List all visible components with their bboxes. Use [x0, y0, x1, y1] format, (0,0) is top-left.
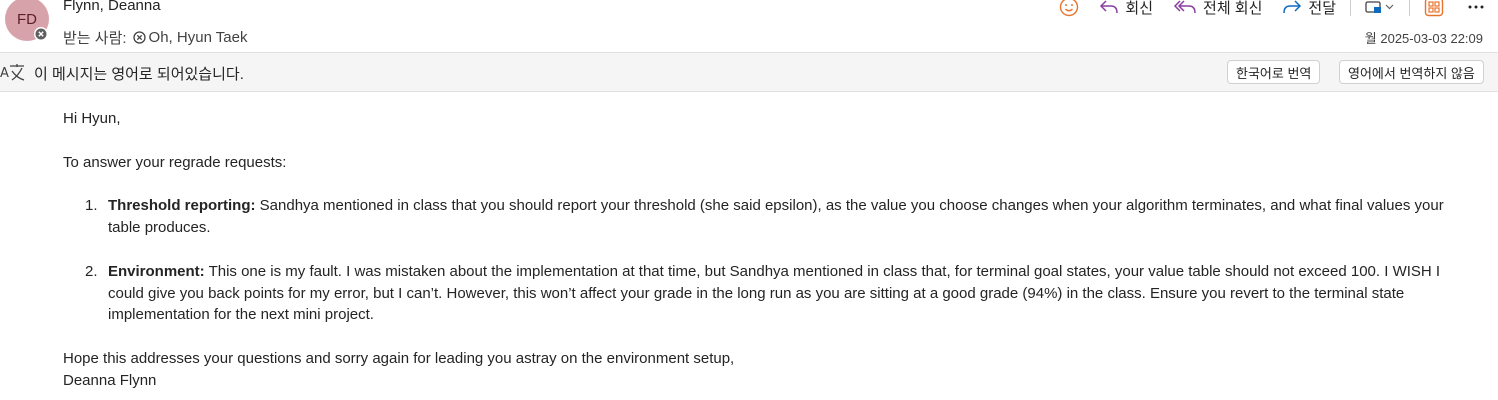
reply-button[interactable]: 회신: [1099, 0, 1153, 18]
list-item-title: Threshold reporting:: [108, 197, 256, 214]
list-number: 2.: [85, 263, 98, 280]
reply-label: 회신: [1125, 0, 1154, 17]
list-text: Threshold reporting: Sandhya mentioned i…: [108, 195, 1473, 238]
toolbar-divider: [1409, 0, 1410, 16]
recipient-name[interactable]: Oh, Hyun Taek: [149, 29, 248, 46]
reply-icon: [1099, 0, 1119, 15]
list-text: Environment: This one is my fault. I was…: [108, 261, 1473, 326]
list-item-body: This one is my fault. I was mistaken abo…: [108, 263, 1441, 323]
list-number: 1.: [85, 197, 98, 214]
timestamp: 월 2025-03-03 22:09: [1364, 31, 1483, 46]
toolbar-divider: [1350, 0, 1351, 16]
forward-button[interactable]: 전달: [1282, 0, 1336, 18]
translate-button[interactable]: 한국어로 번역: [1227, 60, 1321, 84]
avatar-initials: FD: [17, 10, 37, 28]
forward-icon: [1282, 0, 1302, 15]
translate-icon: A: [0, 62, 26, 88]
list-item-body: Sandhya mentioned in class that you shou…: [108, 197, 1444, 236]
sender-name[interactable]: Flynn, Deanna: [63, 0, 161, 14]
translation-notice: 이 메시지는 영어로 되어있습니다.: [34, 66, 244, 83]
forward-label: 전달: [1308, 0, 1336, 17]
recipient-remove-icon[interactable]: [132, 31, 146, 44]
reply-all-button[interactable]: 전체 회신: [1173, 0, 1262, 18]
recipient-row: 받는 사람: Oh, Hyun Taek: [63, 27, 248, 48]
list-item-title: Environment:: [108, 263, 205, 280]
svg-text:A: A: [0, 66, 9, 81]
reply-all-label: 전체 회신: [1203, 0, 1263, 17]
never-translate-button[interactable]: 영어에서 번역하지 않음: [1339, 60, 1484, 84]
apps-icon[interactable]: [1424, 0, 1444, 17]
emoji-icon[interactable]: [1059, 0, 1079, 17]
more-icon[interactable]: [1468, 4, 1484, 10]
closing-text: Hope this addresses your questions and s…: [63, 350, 735, 367]
intro-text: To answer your regrade requests:: [63, 154, 287, 171]
message-header: FD Flynn, Deanna 받는 사람: Oh, Hyun Taek 월 …: [0, 0, 1498, 52]
recipient-label: 받는 사람:: [63, 30, 127, 47]
message-toolbar: 회신 전체 회신 전달: [1045, 0, 1484, 20]
translation-bar: A 이 메시지는 영어로 되어있습니다. 한국어로 번역 영어에서 번역하지 않…: [0, 52, 1498, 92]
reply-all-icon: [1173, 0, 1197, 15]
insert-dropdown-icon[interactable]: [1365, 0, 1395, 15]
signature: Deanna Flynn: [63, 372, 157, 389]
presence-blocked-icon: [34, 27, 48, 41]
greeting: Hi Hyun,: [63, 110, 121, 127]
